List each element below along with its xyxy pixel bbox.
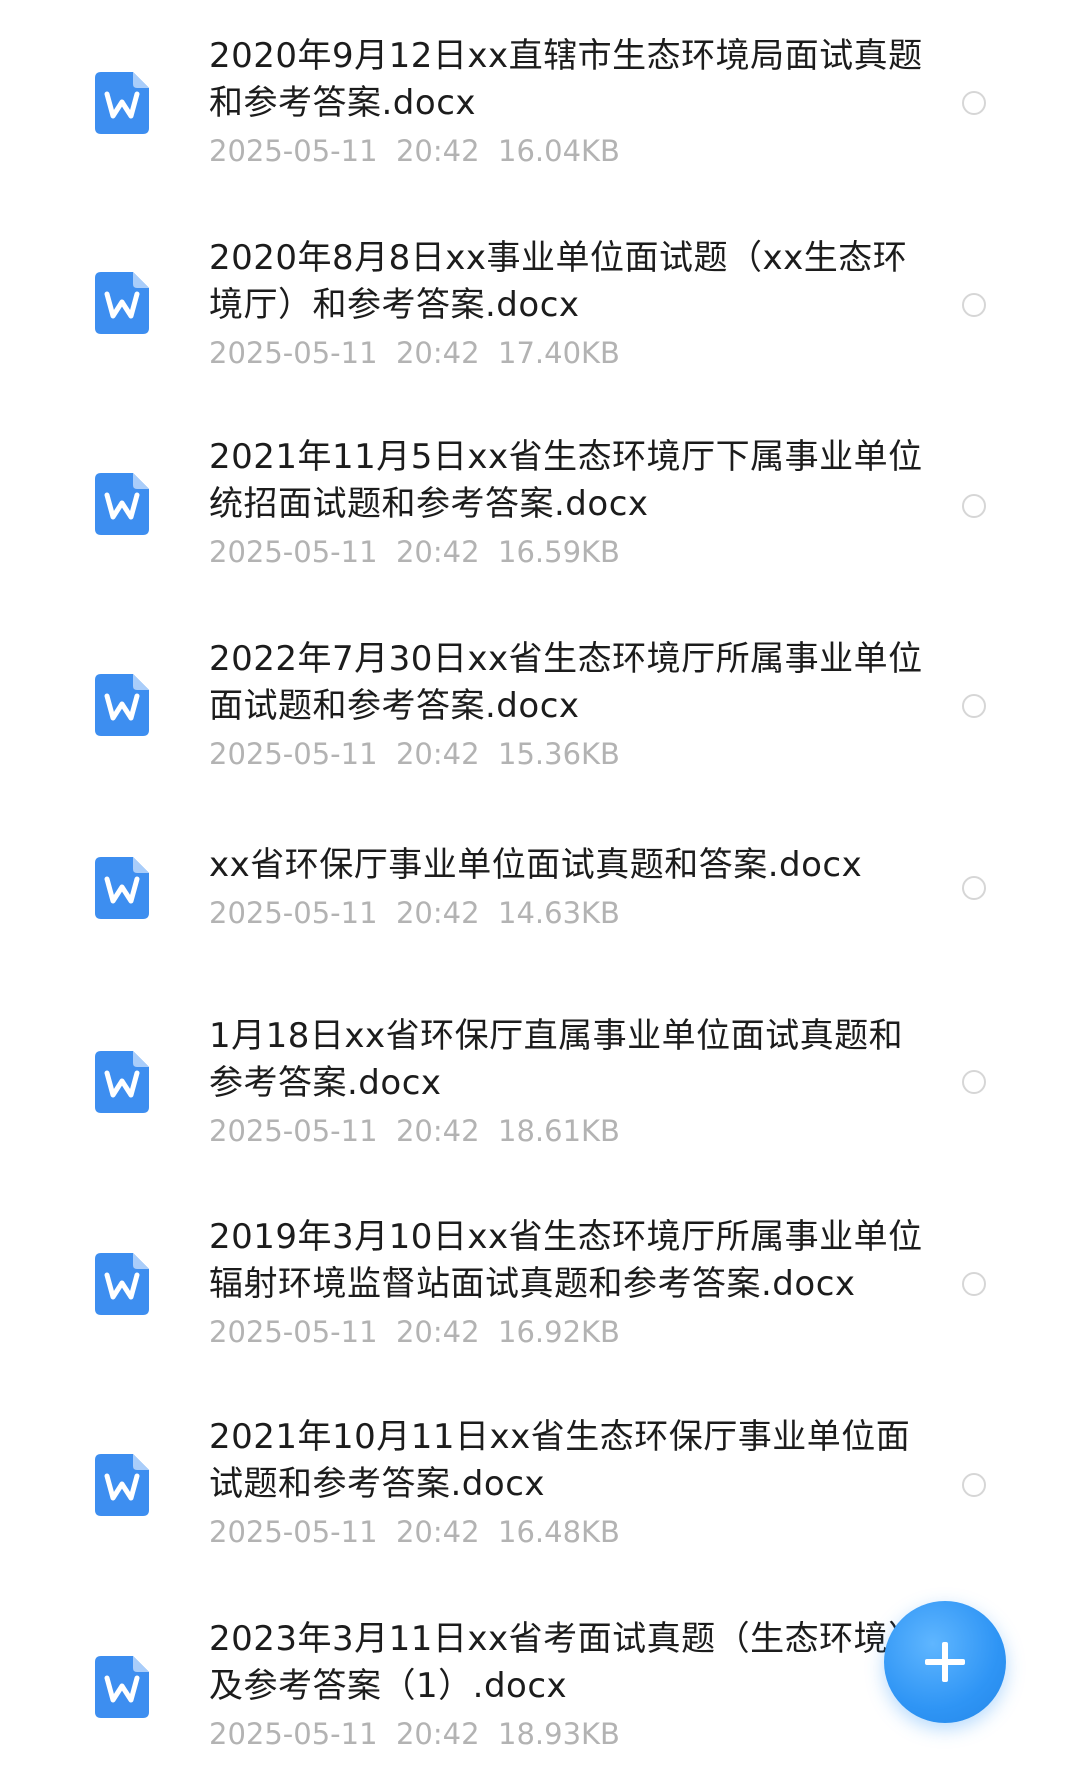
file-row[interactable]: 2020年9月12日xx直辖市生态环境局面试真题和参考答案.docx 2025-… xyxy=(0,0,1079,200)
file-row[interactable]: 2021年11月5日xx省生态环境厅下属事业单位统招面试题和参考答案.docx … xyxy=(0,400,1079,602)
file-date: 2025-05-11 xyxy=(209,336,378,370)
select-radio[interactable] xyxy=(962,1272,986,1296)
file-size: 16.04KB xyxy=(498,134,620,168)
select-radio[interactable] xyxy=(962,1070,986,1094)
file-size: 16.48KB xyxy=(498,1515,620,1549)
file-row[interactable]: 1月18日xx省环保厅直属事业单位面试真题和参考答案.docx 2025-05-… xyxy=(0,970,1079,1182)
file-meta: 2025-05-11 20:42 16.92KB xyxy=(209,1314,929,1350)
file-size: 18.93KB xyxy=(498,1717,620,1751)
file-time: 20:42 xyxy=(395,737,480,771)
word-doc-icon xyxy=(95,1051,149,1113)
file-date: 2025-05-11 xyxy=(209,1717,378,1751)
file-date: 2025-05-11 xyxy=(209,1114,378,1148)
file-time: 20:42 xyxy=(395,1114,480,1148)
file-date: 2025-05-11 xyxy=(209,737,378,771)
file-row[interactable]: 2019年3月10日xx省生态环境厅所属事业单位辐射环境监督站面试真题和参考答案… xyxy=(0,1182,1079,1382)
file-time: 20:42 xyxy=(395,535,480,569)
file-time: 20:42 xyxy=(395,134,480,168)
file-time: 20:42 xyxy=(395,1717,480,1751)
file-meta: 2025-05-11 20:42 16.48KB xyxy=(209,1514,929,1550)
file-row[interactable]: 2020年8月8日xx事业单位面试题（xx生态环境厅）和参考答案.docx 20… xyxy=(0,200,1079,400)
file-time: 20:42 xyxy=(395,896,480,930)
file-date: 2025-05-11 xyxy=(209,1315,378,1349)
select-radio[interactable] xyxy=(962,694,986,718)
file-date: 2025-05-11 xyxy=(209,134,378,168)
file-meta: 2025-05-11 20:42 15.36KB xyxy=(209,736,929,772)
file-name: 2019年3月10日xx省生态环境厅所属事业单位辐射环境监督站面试真题和参考答案… xyxy=(209,1217,923,1304)
select-radio[interactable] xyxy=(962,293,986,317)
file-time: 20:42 xyxy=(395,1515,480,1549)
file-time: 20:42 xyxy=(395,336,480,370)
file-row[interactable]: xx省环保厅事业单位面试真题和答案.docx 2025-05-11 20:42 … xyxy=(0,802,1079,970)
file-meta: 2025-05-11 20:42 17.40KB xyxy=(209,335,929,371)
file-size: 18.61KB xyxy=(498,1114,620,1148)
file-name: 2020年8月8日xx事业单位面试题（xx生态环境厅）和参考答案.docx xyxy=(209,238,908,325)
file-name: xx省环保厅事业单位面试真题和答案.docx xyxy=(209,845,863,885)
word-doc-icon xyxy=(95,272,149,334)
word-doc-icon xyxy=(95,1454,149,1516)
word-doc-icon xyxy=(95,674,149,736)
file-name: 2021年11月5日xx省生态环境厅下属事业单位统招面试题和参考答案.docx xyxy=(209,437,923,524)
select-radio[interactable] xyxy=(962,91,986,115)
file-name: 2023年3月11日xx省考面试真题（生态环境）及参考答案（1）.docx xyxy=(209,1619,923,1706)
file-row[interactable]: 2022年7月30日xx省生态环境厅所属事业单位面试题和参考答案.docx 20… xyxy=(0,602,1079,802)
file-meta: 2025-05-11 20:42 16.04KB xyxy=(209,133,929,169)
word-doc-icon xyxy=(95,72,149,134)
file-time: 20:42 xyxy=(395,1315,480,1349)
select-radio[interactable] xyxy=(962,1473,986,1497)
file-meta: 2025-05-11 20:42 18.93KB xyxy=(209,1716,929,1752)
word-doc-icon xyxy=(95,1656,149,1718)
file-date: 2025-05-11 xyxy=(209,535,378,569)
file-date: 2025-05-11 xyxy=(209,896,378,930)
select-radio[interactable] xyxy=(962,876,986,900)
file-name: 2021年10月11日xx省生态环保厅事业单位面试题和参考答案.docx xyxy=(209,1417,911,1504)
file-meta: 2025-05-11 20:42 14.63KB xyxy=(209,895,929,931)
file-list: 2020年9月12日xx直辖市生态环境局面试真题和参考答案.docx 2025-… xyxy=(0,0,1079,1766)
file-name: 2022年7月30日xx省生态环境厅所属事业单位面试题和参考答案.docx xyxy=(209,639,923,726)
file-size: 14.63KB xyxy=(498,896,620,930)
word-doc-icon xyxy=(95,473,149,535)
file-size: 16.59KB xyxy=(498,535,620,569)
word-doc-icon xyxy=(95,1253,149,1315)
file-name: 2020年9月12日xx直辖市生态环境局面试真题和参考答案.docx xyxy=(209,36,923,123)
file-date: 2025-05-11 xyxy=(209,1515,378,1549)
file-size: 16.92KB xyxy=(498,1315,620,1349)
file-row[interactable]: 2021年10月11日xx省生态环保厅事业单位面试题和参考答案.docx 202… xyxy=(0,1382,1079,1584)
file-size: 17.40KB xyxy=(498,336,620,370)
add-file-button[interactable] xyxy=(884,1601,1006,1723)
file-meta: 2025-05-11 20:42 18.61KB xyxy=(209,1113,929,1149)
file-size: 15.36KB xyxy=(498,737,620,771)
select-radio[interactable] xyxy=(962,494,986,518)
file-name: 1月18日xx省环保厅直属事业单位面试真题和参考答案.docx xyxy=(209,1016,904,1103)
word-doc-icon xyxy=(95,857,149,919)
file-meta: 2025-05-11 20:42 16.59KB xyxy=(209,534,929,570)
